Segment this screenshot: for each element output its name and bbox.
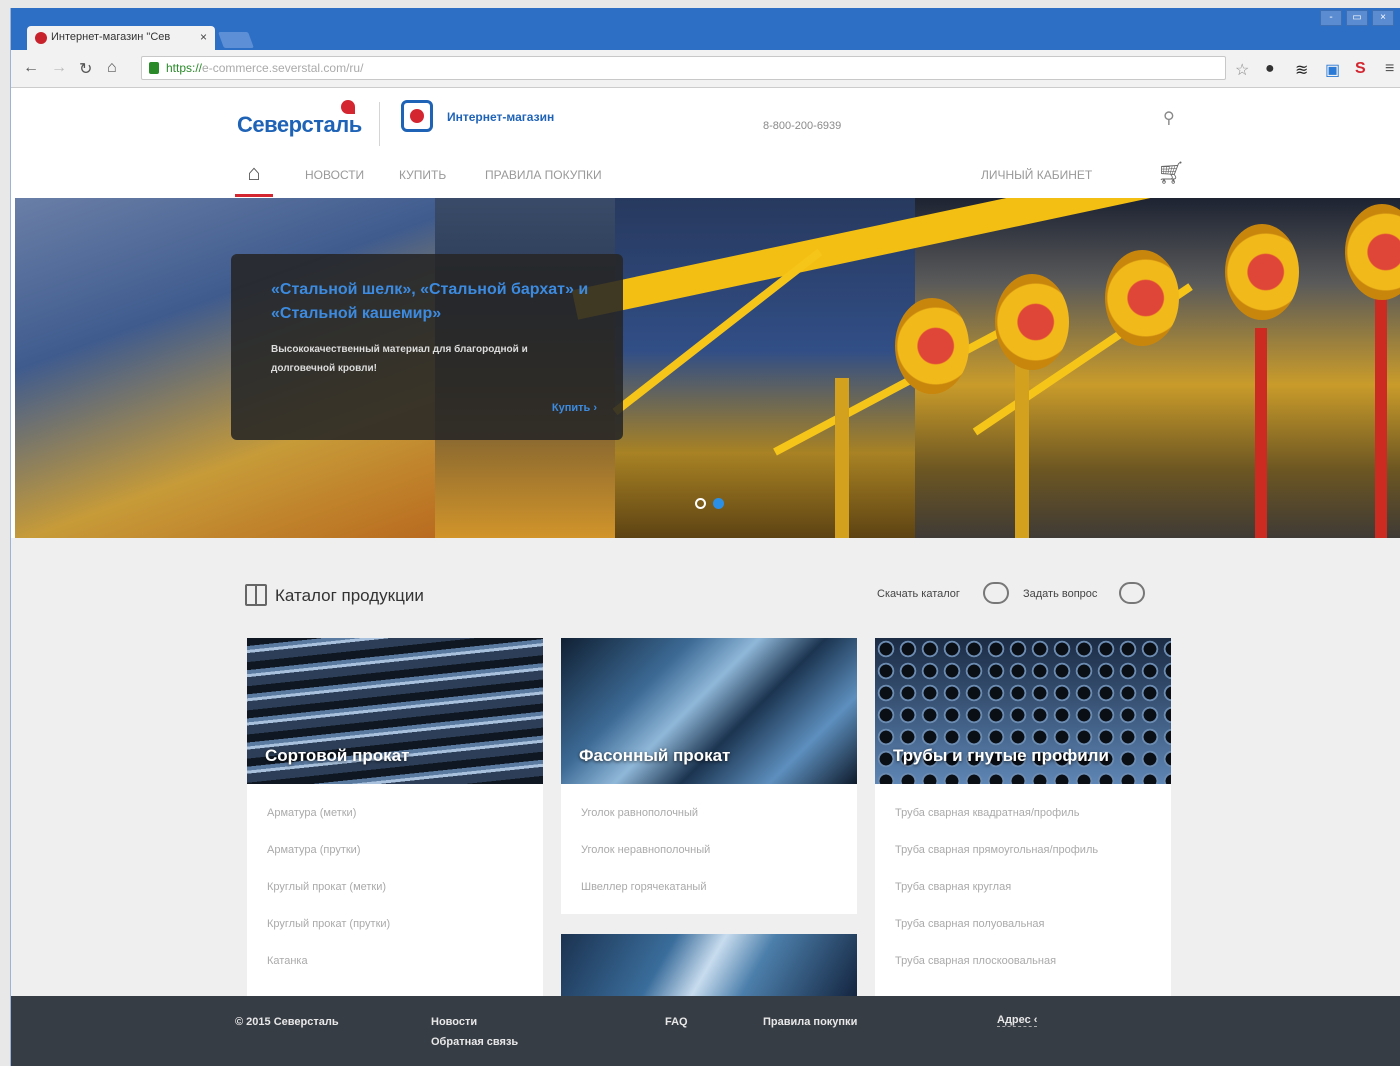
footer-rules-link[interactable]: Правила покупки — [763, 1016, 857, 1028]
catalog-section: Каталог продукции Скачать каталог Задать… — [11, 538, 1400, 996]
severstal-favicon-icon — [35, 32, 47, 44]
footer-faq-link[interactable]: FAQ — [665, 1016, 688, 1028]
footer-copyright: © 2015 Северсталь — [235, 1016, 339, 1028]
card-caption[interactable]: Фасонный прокат — [579, 746, 730, 766]
list-item[interactable]: Арматура (метки) — [267, 798, 523, 835]
hero-roller — [1105, 250, 1179, 346]
s-extension-icon[interactable]: S — [1355, 60, 1366, 78]
catalog-card-pipes: Трубы и гнутые профили Труба сварная ква… — [875, 638, 1171, 996]
evernote-extension-icon[interactable]: ● — [1265, 60, 1275, 78]
slider-dot-2[interactable] — [713, 498, 724, 509]
catalog-book-icon — [245, 584, 267, 606]
reload-icon[interactable]: ↻ — [79, 59, 92, 79]
footer-news-link[interactable]: Новости — [431, 1016, 477, 1028]
list-item[interactable]: Швеллер горячекатаный — [581, 872, 837, 909]
home-browser-icon[interactable]: ⌂ — [107, 59, 117, 77]
nav-buy[interactable]: Купить — [399, 168, 446, 182]
layers-extension-icon[interactable]: ≋ — [1295, 60, 1308, 80]
cart-icon[interactable]: 🛒︎ — [1157, 160, 1185, 186]
url-scheme: https:// — [166, 61, 203, 75]
cloud-download-icon[interactable] — [983, 582, 1009, 604]
minimize-button[interactable]: - — [1320, 10, 1342, 26]
nav-news[interactable]: Новости — [305, 168, 364, 182]
list-item[interactable]: Труба сварная плоскоовальная — [895, 946, 1151, 983]
download-catalog-link[interactable]: Скачать каталог — [877, 588, 960, 600]
list-item[interactable]: Труба сварная прямоугольная/профиль — [895, 835, 1151, 872]
hero-pillar — [835, 378, 849, 538]
hero-image-right — [915, 198, 1400, 538]
window-controls: - ▭ × — [1320, 10, 1394, 26]
nav-account[interactable]: Личный кабинет — [981, 168, 1092, 182]
shop-label: Интернет-магазин — [447, 110, 555, 124]
list-item[interactable]: Труба сварная квадратная/профиль — [895, 798, 1151, 835]
footer-feedback-link[interactable]: Обратная связь — [431, 1036, 518, 1048]
list-item[interactable]: Труба сварная круглая — [895, 872, 1151, 909]
url-text: e-commerce.severstal.com/ru/ — [202, 61, 364, 75]
back-arrow-icon[interactable]: ← — [23, 59, 39, 77]
hero-pillar — [1375, 298, 1387, 538]
list-item[interactable]: Уголок равнополочный — [581, 798, 837, 835]
phone-number: 8-800-200-6939 — [763, 120, 842, 132]
site-header: Северсталь Интернет-магазин 8-800-200-69… — [11, 88, 1400, 198]
browser-titlebar: Интернет-магазин "Сев × - ▭ × — [11, 8, 1400, 50]
card-item-list: Уголок равнополочный Уголок неравнополоч… — [561, 784, 857, 919]
search-icon[interactable]: ⚲ — [1163, 108, 1175, 128]
close-window-button[interactable]: × — [1372, 10, 1394, 26]
bookmark-star-icon[interactable]: ☆ — [1235, 60, 1249, 80]
card-image-sheet[interactable] — [561, 934, 857, 996]
card-image-pipes[interactable]: Трубы и гнутые профили — [875, 638, 1171, 784]
header-divider — [379, 102, 380, 146]
logo-mark-icon — [341, 100, 355, 114]
card-image-rebar[interactable]: Сортовой прокат — [247, 638, 543, 784]
promo-text: Высококачественный материал для благород… — [271, 344, 528, 374]
tab-title: Интернет-магазин "Сев — [51, 31, 171, 43]
hero-slider: «Стальной шелк», «Стальной бархат» и «Ст… — [15, 198, 1400, 538]
promo-title[interactable]: «Стальной шелк», «Стальной бархат» и «Ст… — [271, 278, 601, 326]
tab-close-icon[interactable]: × — [200, 30, 207, 44]
ask-question-link[interactable]: Задать вопрос — [1023, 588, 1097, 600]
screen-extension-icon[interactable]: ▣ — [1325, 60, 1340, 80]
hero-roller — [995, 274, 1069, 370]
new-tab-button[interactable] — [218, 32, 254, 48]
catalog-card-shaped: Фасонный прокат Уголок равнополочный Уго… — [561, 638, 857, 914]
footer-address-link[interactable]: Адрес ‹ — [997, 1014, 1038, 1027]
list-item[interactable]: Круглый прокат (метки) — [267, 872, 523, 909]
hero-pillar — [1255, 328, 1267, 538]
promo-box: «Стальной шелк», «Стальной бархат» и «Ст… — [231, 254, 623, 440]
catalog-title: Каталог продукции — [275, 586, 424, 605]
catalog-card-section: Сортовой прокат Арматура (метки) Арматур… — [247, 638, 543, 996]
card-caption[interactable]: Сортовой прокат — [265, 746, 409, 766]
maximize-button[interactable]: ▭ — [1346, 10, 1368, 26]
active-nav-indicator — [235, 194, 273, 197]
forward-arrow-icon[interactable]: → — [51, 59, 67, 77]
hero-roller — [895, 298, 969, 394]
severstal-logo[interactable]: Северсталь — [237, 112, 362, 138]
chat-icon[interactable] — [1119, 582, 1145, 604]
slider-dot-1[interactable] — [695, 498, 706, 509]
card-item-list: Арматура (метки) Арматура (прутки) Кругл… — [247, 784, 543, 993]
address-bar[interactable]: https://e-commerce.severstal.com/ru/ — [141, 56, 1226, 80]
browser-window: Интернет-магазин "Сев × - ▭ × ← → ↻ ⌂ ht… — [10, 8, 1400, 1066]
home-icon[interactable]: ⌂ — [237, 160, 271, 186]
slider-dots — [695, 498, 724, 509]
hero-roller — [1225, 224, 1299, 320]
list-item[interactable]: Круглый прокат (прутки) — [267, 909, 523, 946]
main-nav: ⌂ Новости Купить Правила покупки Личный … — [235, 158, 1185, 198]
site-footer: © 2015 Северсталь Новости Обратная связь… — [11, 996, 1400, 1066]
list-item[interactable]: Труба сварная полуовальная — [895, 909, 1151, 946]
menu-icon[interactable]: ≡ — [1385, 60, 1394, 78]
list-item[interactable]: Катанка — [267, 946, 523, 983]
card-caption[interactable]: Трубы и гнутые профили — [893, 746, 1109, 766]
shop-logo-icon — [401, 100, 433, 132]
card-item-list: Труба сварная квадратная/профиль Труба с… — [875, 784, 1171, 993]
card-image-channel[interactable]: Фасонный прокат — [561, 638, 857, 784]
promo-buy-link[interactable]: Купить › — [552, 402, 597, 414]
browser-toolbar: ← → ↻ ⌂ https://e-commerce.severstal.com… — [11, 50, 1400, 88]
lock-icon — [149, 62, 159, 74]
browser-tab[interactable]: Интернет-магазин "Сев × — [27, 26, 215, 50]
list-item[interactable]: Уголок неравнополочный — [581, 835, 837, 872]
list-item[interactable]: Арматура (прутки) — [267, 835, 523, 872]
nav-rules[interactable]: Правила покупки — [485, 168, 602, 182]
